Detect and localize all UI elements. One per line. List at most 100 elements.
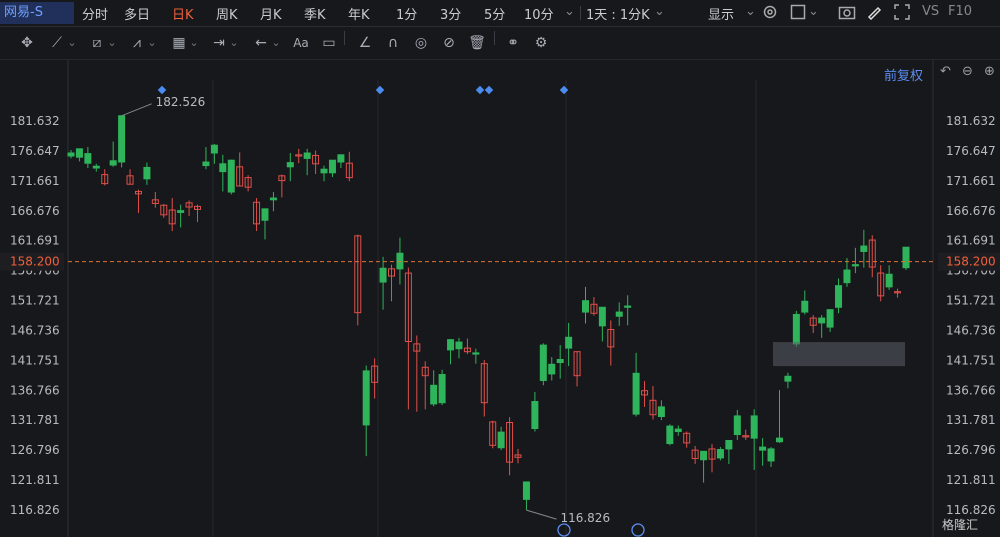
tf-5min[interactable]: 5分 (484, 4, 505, 23)
y-tick-label: 146.736 (946, 323, 996, 337)
magnet-icon[interactable]: ∩ (382, 33, 404, 53)
channel-chevron-icon[interactable]: ⌄ (106, 33, 118, 53)
candle (666, 424, 674, 446)
tf-monthly[interactable]: 月K (260, 4, 282, 23)
tf-10min[interactable]: 10分 (524, 4, 554, 23)
tf-yearly[interactable]: 年K (348, 4, 370, 23)
pen-icon[interactable] (866, 4, 882, 24)
y-tick-label: 121.811 (10, 473, 60, 487)
y-tick-label: 136.766 (946, 383, 996, 397)
candle (716, 447, 724, 461)
line-chevron-icon[interactable]: ⌄ (66, 33, 78, 53)
measure-chevron-icon[interactable]: ⌄ (228, 33, 240, 53)
candle (548, 357, 556, 381)
display-menu[interactable]: 显示 (708, 4, 734, 23)
period-selector[interactable]: 1天 : 1分K (586, 4, 650, 23)
stock-name-tab[interactable]: 网易-S (0, 2, 74, 24)
candle (168, 198, 176, 232)
candle-body (531, 401, 539, 430)
candle (894, 288, 902, 298)
candle-body (674, 428, 682, 433)
display-chevron-icon: ⌄ (745, 4, 756, 19)
candle-body (750, 415, 758, 439)
channel-icon[interactable]: ⧄ (86, 33, 108, 53)
candle (92, 163, 100, 172)
tf-quarterly[interactable]: 季K (304, 4, 326, 23)
candle-body (92, 165, 100, 169)
candle (194, 204, 202, 223)
price-tag-right: 158.200 (946, 255, 996, 269)
fullscreen-icon[interactable] (894, 4, 910, 24)
tf-daily[interactable]: 日K (172, 4, 194, 23)
arrow-icon[interactable]: ← (250, 33, 272, 53)
candle-body (801, 300, 809, 313)
candle-body (624, 305, 632, 308)
angle-icon[interactable]: ∠ (354, 33, 376, 53)
candle-body (177, 210, 185, 213)
candle-body (775, 437, 783, 443)
tf-more-chevron-icon[interactable]: ⌄ (564, 4, 575, 19)
fib-icon[interactable]: ▦ (168, 33, 190, 53)
tf-3min[interactable]: 3分 (440, 4, 461, 23)
trash-icon[interactable]: 🗑 (466, 33, 488, 53)
candle (388, 264, 396, 302)
move-icon[interactable]: ✥ (16, 33, 38, 53)
wave-icon[interactable]: ⩘ (126, 33, 148, 53)
candle-body (269, 197, 277, 201)
tf-intraday[interactable]: 分时 (82, 4, 108, 23)
vs-button[interactable]: VS (922, 4, 939, 19)
tf-1min[interactable]: 1分 (396, 4, 417, 23)
y-tick-label: 151.721 (946, 294, 996, 308)
gap-zone (773, 342, 905, 367)
link-icon[interactable]: ⚭ (502, 33, 524, 53)
arrow-chevron-icon[interactable]: ⌄ (270, 33, 282, 53)
candle (354, 234, 362, 326)
candle (818, 315, 826, 338)
candle (160, 204, 168, 218)
text-tool[interactable]: Aa (290, 33, 312, 53)
event-diamond-icon (375, 85, 385, 95)
note-icon[interactable]: ▭ (318, 33, 340, 53)
candle (792, 310, 800, 347)
candlestick-chart[interactable]: 181.632176.647171.661166.676161.691156.7… (0, 60, 1000, 537)
candle-body (556, 358, 564, 363)
candle (590, 297, 598, 316)
camera-icon[interactable] (838, 4, 856, 24)
candle (134, 189, 142, 214)
candle (733, 409, 741, 440)
candle-body (902, 246, 910, 269)
measure-icon[interactable]: ⇥ (208, 33, 230, 53)
candle-body (657, 406, 665, 418)
f10-button[interactable]: F10 (948, 4, 972, 19)
tf-weekly[interactable]: 周K (216, 4, 238, 23)
wave-chevron-icon[interactable]: ⌄ (146, 33, 158, 53)
candle-body (430, 384, 438, 405)
candle (227, 159, 235, 195)
price-tag-left: 158.200 (10, 255, 60, 269)
eye-icon[interactable]: ◎ (410, 33, 432, 53)
event-diamond-icon (475, 85, 485, 95)
y-tick-label: 171.661 (946, 174, 996, 188)
hide-icon[interactable]: ⊘ (438, 33, 460, 53)
settings-icon[interactable]: ⚙ (530, 33, 552, 53)
tf-multi-day[interactable]: 多日 (124, 4, 150, 23)
candle-body (210, 144, 218, 154)
y-tick-label: 176.647 (946, 144, 996, 158)
candle (506, 417, 514, 476)
candle (581, 286, 589, 324)
y-tick-label: 166.676 (946, 204, 996, 218)
candle-body (202, 161, 210, 167)
fib-chevron-icon[interactable]: ⌄ (188, 33, 200, 53)
y-tick-label: 181.632 (946, 114, 996, 128)
y-tick-label: 161.691 (946, 234, 996, 248)
candle-body (75, 148, 83, 158)
candle-body (733, 415, 741, 436)
candle-body (497, 431, 505, 449)
candle (404, 267, 412, 410)
gear-icon[interactable] (762, 4, 778, 24)
line-icon[interactable]: ⟋ (46, 33, 68, 53)
candle-body (67, 152, 75, 157)
low-leader (526, 509, 557, 520)
candle (835, 278, 843, 314)
layout-icon[interactable] (790, 4, 806, 24)
